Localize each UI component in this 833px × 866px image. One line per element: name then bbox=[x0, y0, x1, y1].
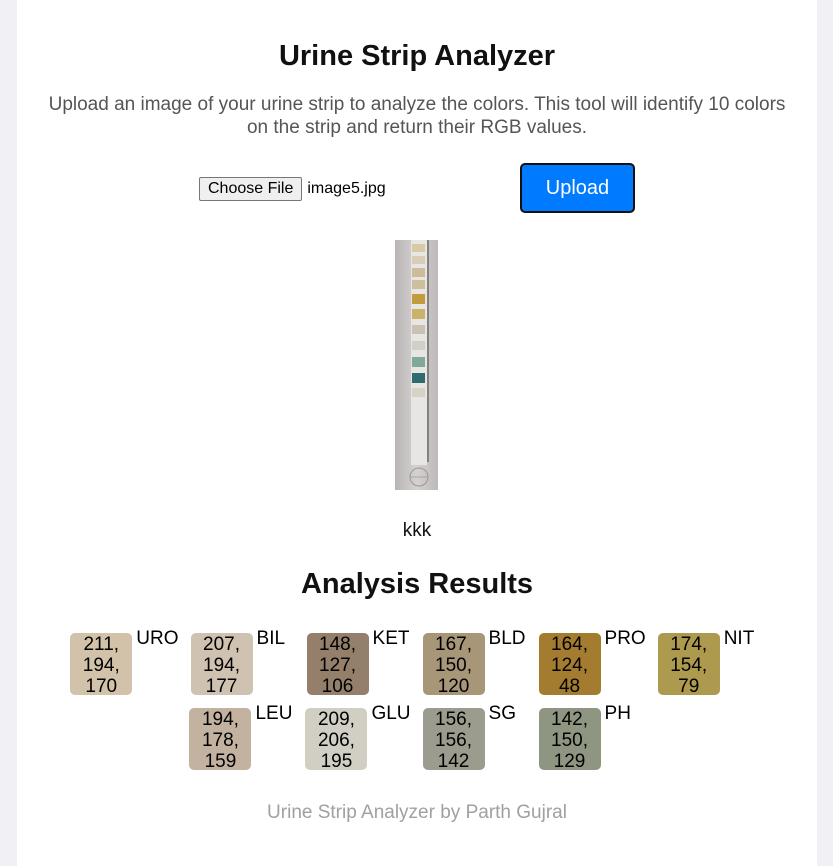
result-item-uro: 211, 194, 170 URO bbox=[66, 628, 184, 697]
results-title: Analysis Results bbox=[300, 568, 534, 600]
page-description: Upload an image of your urine strip to a… bbox=[48, 94, 786, 138]
result-item-ket: 148, 127, 106 KET bbox=[303, 628, 417, 697]
result-label: GLU bbox=[371, 703, 411, 724]
footer-credit: Urine Strip Analyzer by Parth Gujral bbox=[267, 802, 567, 823]
page-title: Urine Strip Analyzer bbox=[278, 40, 556, 72]
upload-button[interactable]: Upload bbox=[520, 163, 635, 213]
selected-file-name: image5.jpg bbox=[307, 180, 386, 197]
result-item-glu: 209, 206, 195 GLU bbox=[301, 703, 416, 772]
color-swatch: 164, 124, 48 bbox=[538, 633, 601, 697]
color-swatch: 148, 127, 106 bbox=[306, 633, 369, 697]
color-swatch: 211, 194, 170 bbox=[70, 633, 133, 697]
result-label: URO bbox=[136, 628, 179, 649]
result-label: NIT bbox=[723, 628, 755, 649]
result-item-bil: 207, 194, 177 BIL bbox=[187, 628, 301, 697]
main-card: Urine Strip Analyzer Upload an image of … bbox=[17, 0, 817, 866]
result-label: KET bbox=[372, 628, 410, 649]
results-grid: 211, 194, 170 URO 207, 194, 177 BIL 148,… bbox=[17, 628, 817, 778]
strip-preview-image bbox=[395, 240, 438, 490]
color-swatch: 209, 206, 195 bbox=[305, 708, 368, 772]
color-swatch: 207, 194, 177 bbox=[190, 633, 253, 697]
result-item-sg: 156, 156, 142 SG bbox=[419, 703, 533, 772]
color-swatch: 142, 150, 129 bbox=[538, 708, 601, 772]
result-label: BLD bbox=[488, 628, 526, 649]
color-swatch: 156, 156, 142 bbox=[422, 708, 485, 772]
result-item-leu: 194, 178, 159 LEU bbox=[185, 703, 299, 772]
file-input[interactable]: Choose File image5.jpg bbox=[199, 177, 386, 201]
result-label: SG bbox=[488, 703, 516, 724]
choose-file-button[interactable]: Choose File bbox=[199, 177, 303, 201]
color-swatch: 174, 154, 79 bbox=[657, 633, 720, 697]
result-label: PH bbox=[604, 703, 631, 724]
results-row: 194, 178, 159 LEU 209, 206, 195 GLU 156,… bbox=[17, 703, 817, 772]
color-swatch: 194, 178, 159 bbox=[189, 708, 252, 772]
result-item-bld: 167, 150, 120 BLD bbox=[419, 628, 533, 697]
result-item-pro: 164, 124, 48 PRO bbox=[535, 628, 652, 697]
result-label: PRO bbox=[604, 628, 646, 649]
result-item-nit: 174, 154, 79 NIT bbox=[654, 628, 768, 697]
result-item-ph: 142, 150, 129 PH bbox=[535, 703, 649, 772]
image-caption: kkk bbox=[402, 520, 432, 541]
results-row: 211, 194, 170 URO 207, 194, 177 BIL 148,… bbox=[17, 628, 817, 697]
result-label: BIL bbox=[256, 628, 286, 649]
result-label: LEU bbox=[255, 703, 293, 724]
color-swatch: 167, 150, 120 bbox=[422, 633, 485, 697]
